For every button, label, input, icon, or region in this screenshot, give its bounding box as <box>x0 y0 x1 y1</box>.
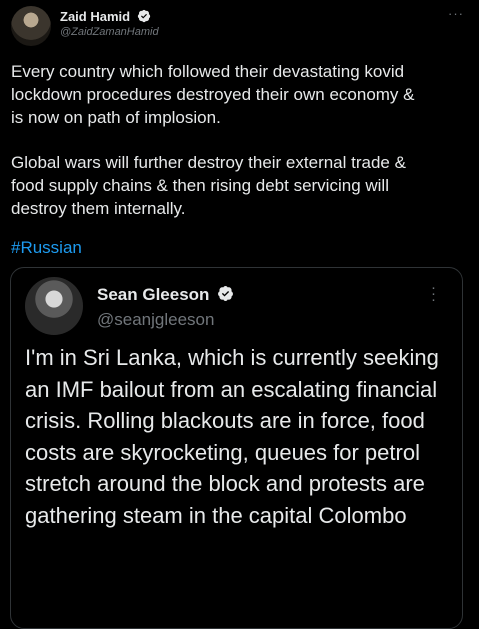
quoted-author-name[interactable]: Sean Gleeson <box>97 285 209 304</box>
author-handle[interactable]: @ZaidZamanHamid <box>60 26 159 38</box>
author-avatar[interactable] <box>11 6 51 46</box>
quoted-tweet-text: I'm in Sri Lanka, which is currently see… <box>25 345 439 528</box>
quoted-author-handle[interactable]: @seanjgleeson <box>97 310 214 330</box>
author-name[interactable]: Zaid Hamid <box>60 9 130 24</box>
verified-icon <box>137 9 150 23</box>
hashtag-link[interactable]: #Russian <box>11 236 82 259</box>
quoted-tweet-card[interactable]: Sean Gleeson @seanjgleeson · · · I'm in … <box>10 267 463 629</box>
quoted-more-options-icon[interactable]: · · · <box>431 280 436 307</box>
tweet-text-paragraph-2: Global wars will further destroy their e… <box>11 153 406 218</box>
quoted-verified-icon <box>218 285 234 301</box>
more-options-icon[interactable]: ··· <box>448 6 464 21</box>
tweet-text-paragraph-1: Every country which followed their devas… <box>11 62 415 127</box>
quoted-author-avatar[interactable] <box>25 277 83 335</box>
